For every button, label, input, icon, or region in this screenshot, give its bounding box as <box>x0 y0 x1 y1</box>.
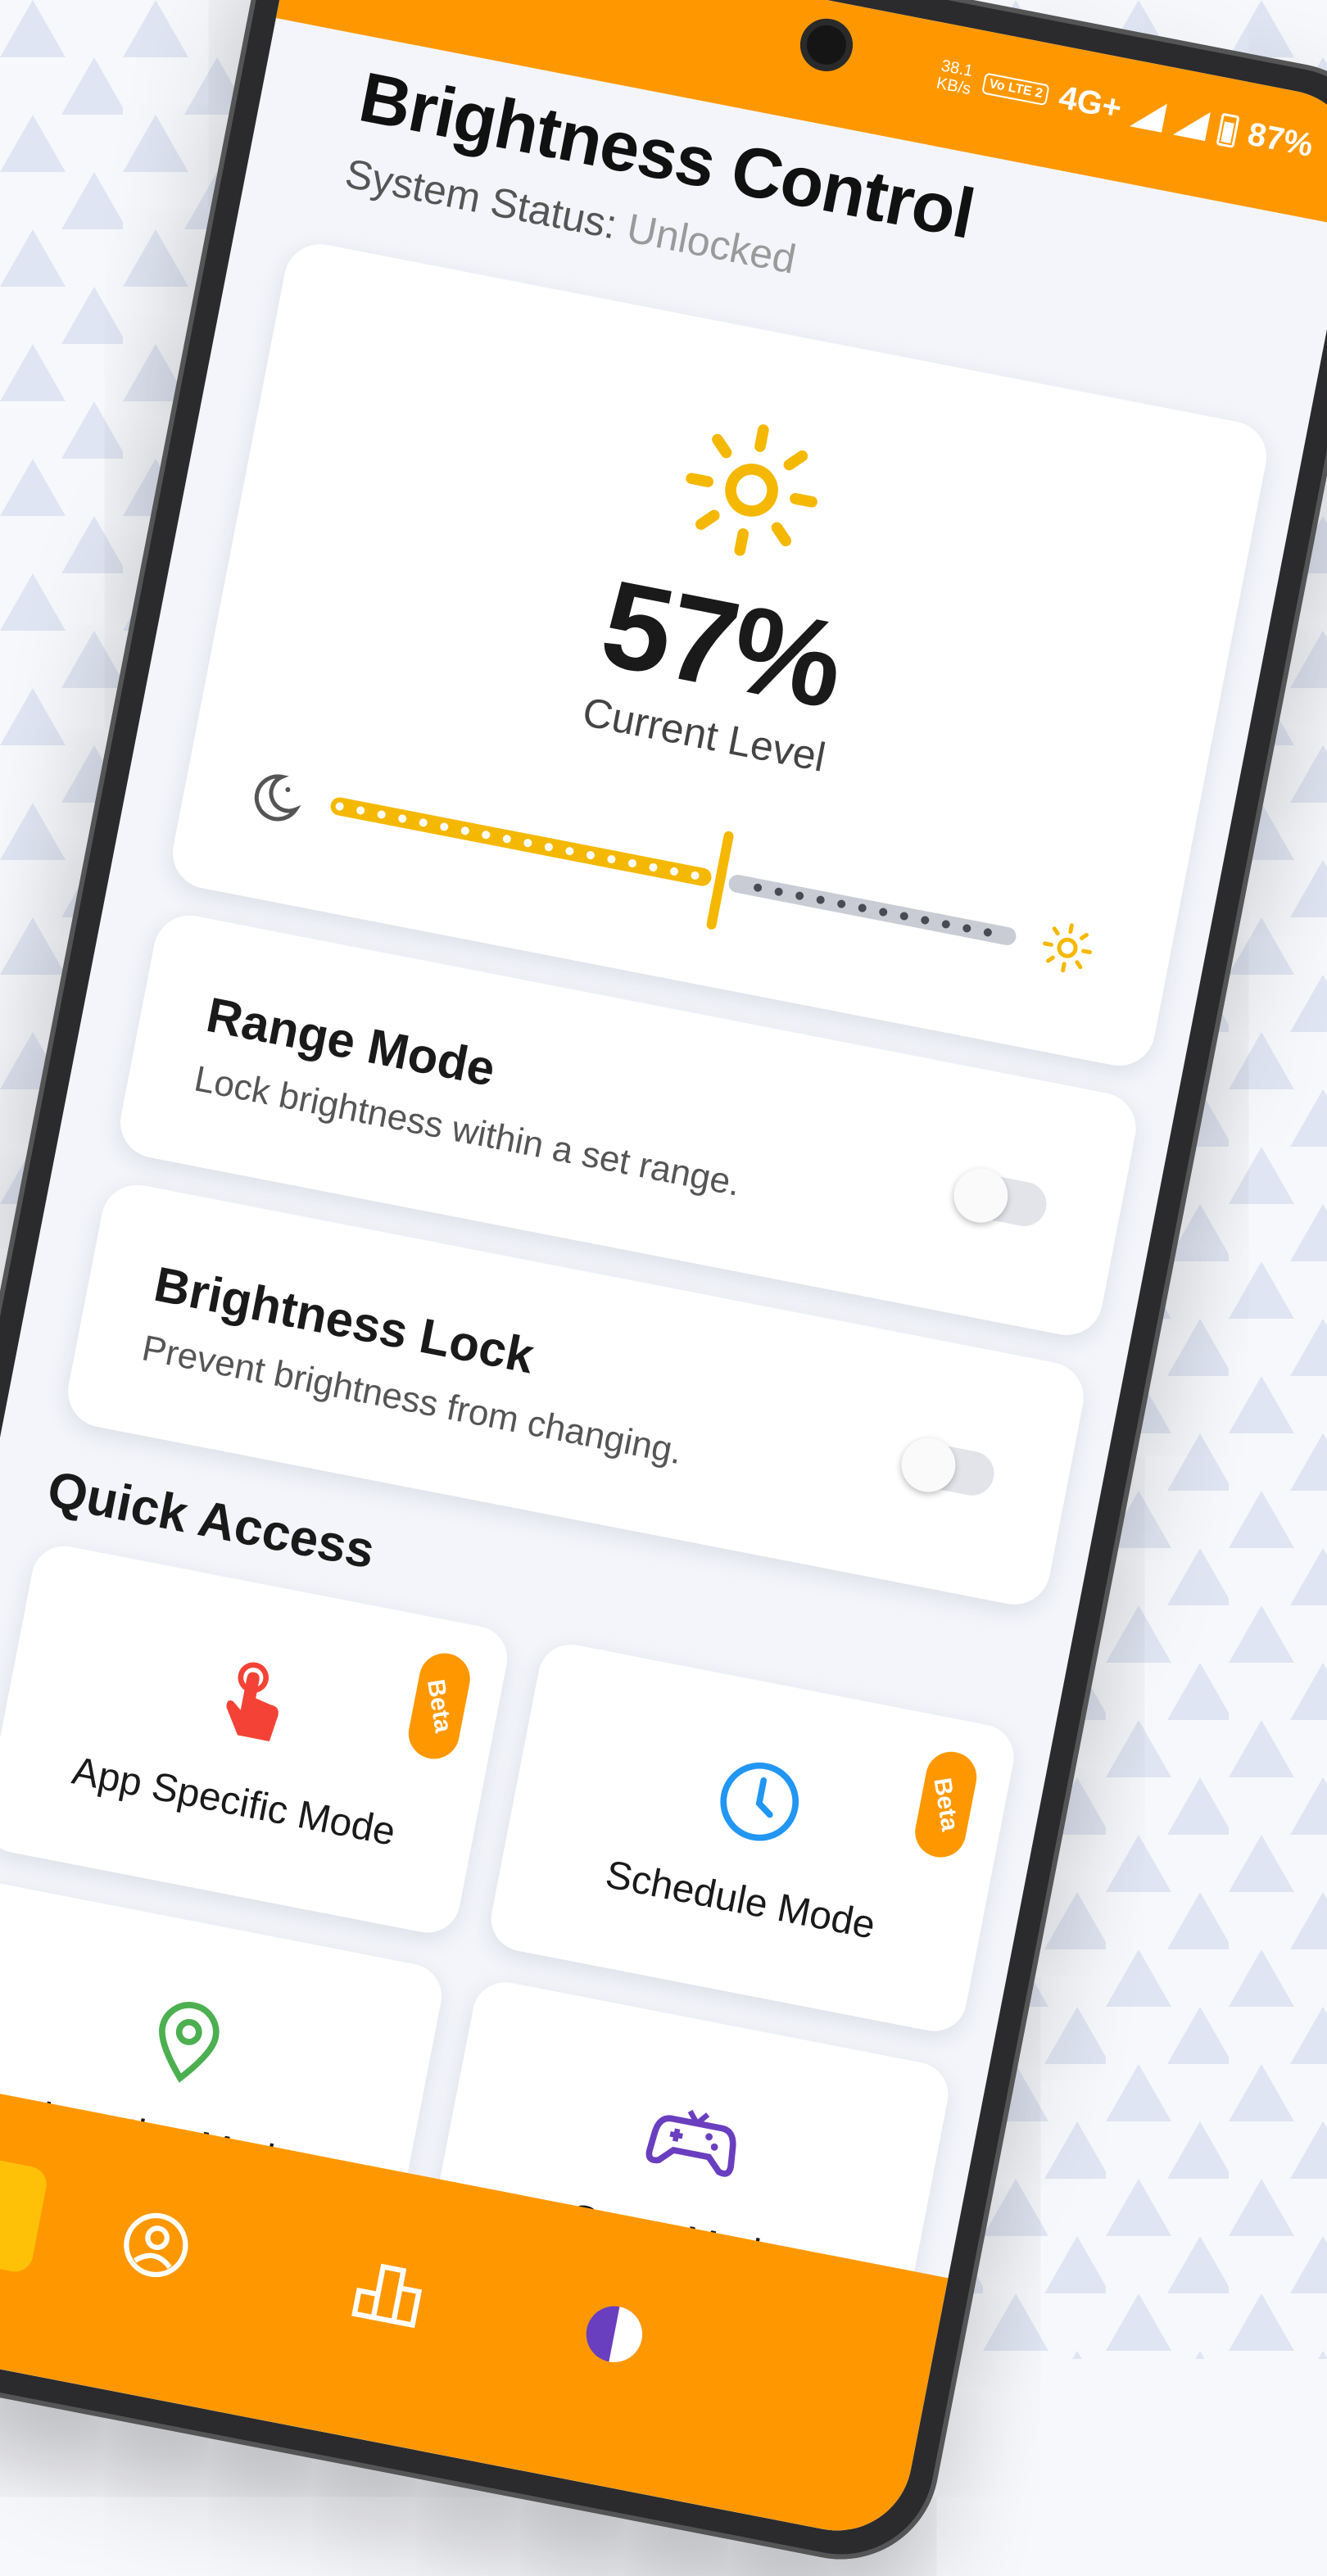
app-specific-mode-label: App Specific Mode <box>68 1749 399 1854</box>
network-type: 4G+ <box>1056 79 1125 127</box>
moon-dim-icon <box>254 774 301 822</box>
profile-icon[interactable] <box>113 2202 200 2289</box>
clock-icon <box>720 1762 799 1841</box>
sun-icon <box>686 424 817 556</box>
stats-icon-glyph <box>351 2263 423 2329</box>
schedule-mode-tile[interactable]: Schedule Mode Beta <box>485 1639 1020 2037</box>
sun-bright-icon <box>1043 923 1093 973</box>
beta-badge-text: Beta <box>928 1776 964 1833</box>
touch-hand-icon <box>226 1662 279 1741</box>
signal-icon-2 <box>1172 111 1211 141</box>
theme-icon-glyph <box>586 2306 643 2362</box>
beta-badge-text: Beta <box>422 1677 458 1735</box>
front-camera <box>795 14 858 76</box>
volte-badge: Vo LTE 2 <box>981 72 1050 106</box>
gamepad-icon <box>645 2109 736 2177</box>
toggle-knob <box>896 1433 961 1497</box>
app-specific-mode-tile[interactable]: App Specific Mode Beta <box>0 1540 514 1939</box>
profile-icon-glyph <box>124 2212 188 2278</box>
schedule-mode-label: Schedule Mode <box>602 1853 879 1948</box>
battery-percent: 87% <box>1244 115 1316 164</box>
beta-badge: Beta <box>910 1747 981 1862</box>
theme-icon[interactable] <box>571 2291 658 2378</box>
stats-icon[interactable] <box>346 2248 433 2334</box>
signal-icon <box>1129 103 1167 133</box>
location-pin-icon <box>159 2002 220 2083</box>
brightness-lock-toggle[interactable] <box>896 1433 999 1500</box>
toggle-knob <box>949 1163 1013 1228</box>
network-speed: 38.1 KB/s <box>935 56 976 98</box>
beta-badge: Beta <box>404 1649 475 1763</box>
home-icon[interactable] <box>0 2153 50 2275</box>
slider-active-track <box>330 797 712 886</box>
slider-thumb[interactable] <box>706 831 734 930</box>
battery-icon <box>1216 112 1240 148</box>
range-mode-toggle[interactable] <box>949 1163 1051 1230</box>
